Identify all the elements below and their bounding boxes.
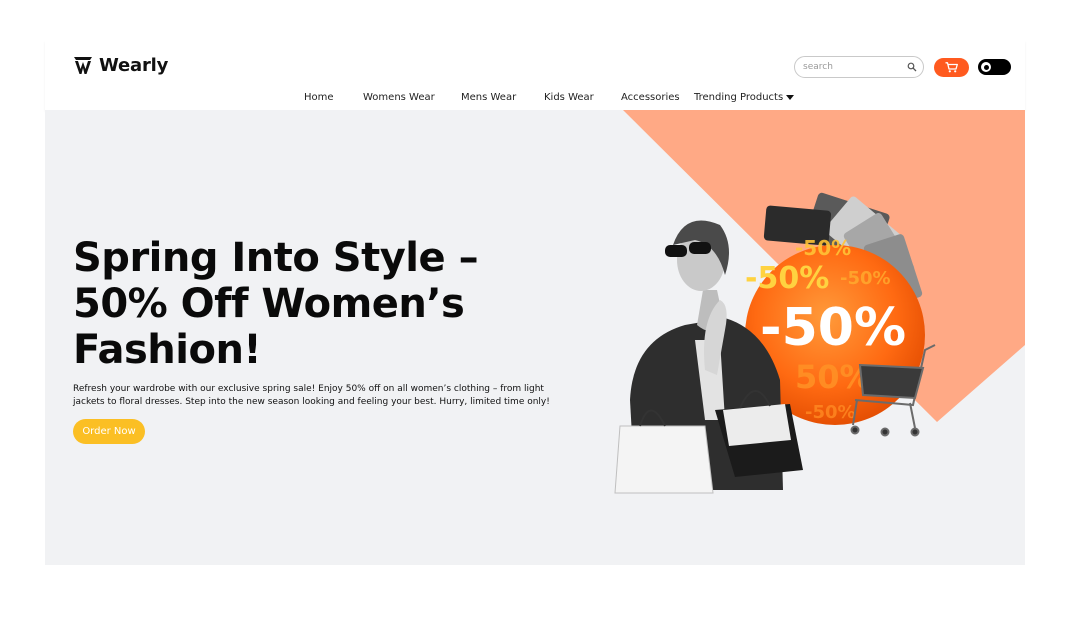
theme-toggle[interactable] xyxy=(978,59,1011,75)
nav-item-kids-wear[interactable]: Kids Wear xyxy=(544,92,594,103)
caret-down-icon xyxy=(786,95,795,100)
badge-text: -50% xyxy=(760,298,906,358)
badge-text: -50% xyxy=(805,402,856,423)
nav-item-trending-label: Trending Products xyxy=(694,92,784,103)
brand-name: Wearly xyxy=(99,54,169,76)
order-now-button[interactable]: Order Now xyxy=(73,419,145,444)
page: Wearly Home Womens Wear Mens Wear Kids W… xyxy=(0,0,1080,621)
brand-logo[interactable]: Wearly xyxy=(73,54,168,76)
badge-text: -50% xyxy=(745,261,829,296)
logo-mark-icon xyxy=(74,57,92,74)
toggle-knob xyxy=(981,62,991,72)
nav-item-womens-wear[interactable]: Womens Wear xyxy=(363,92,435,103)
site-header: Wearly Home Womens Wear Mens Wear Kids W… xyxy=(45,40,1025,110)
badge-text: 50% xyxy=(795,358,872,396)
search-icon[interactable] xyxy=(907,62,917,72)
search-box xyxy=(794,56,924,78)
hero-title: Spring Into Style – 50% Off Women’s Fash… xyxy=(73,235,479,373)
nav-item-home[interactable]: Home xyxy=(304,92,334,103)
promo-illustration: -50% -50% -50% -50% 50% -50% xyxy=(614,192,936,494)
badge-text: -50% xyxy=(795,236,851,260)
nav-item-trending-products[interactable]: Trending Products xyxy=(694,92,795,103)
hero-description: Refresh your wardrobe with our exclusive… xyxy=(73,384,550,407)
badge-text: -50% xyxy=(840,268,891,289)
theme-dot-icon xyxy=(983,64,989,70)
nav-item-mens-wear[interactable]: Mens Wear xyxy=(461,92,516,103)
cart-button[interactable] xyxy=(934,58,969,77)
nav-item-accessories[interactable]: Accessories xyxy=(621,92,680,103)
cart-icon xyxy=(945,62,958,73)
hero-banner: Spring Into Style – 50% Off Women’s Fash… xyxy=(45,110,1025,565)
search-input[interactable] xyxy=(803,62,907,72)
